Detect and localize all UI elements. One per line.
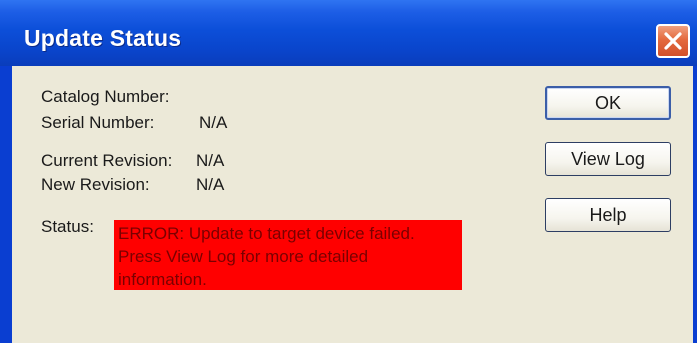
dialog-body: Catalog Number: Serial Number: N/A Curre… [12,66,693,343]
current-revision-value: N/A [196,151,225,170]
status-message-box: ERROR: Update to target device failed. P… [114,220,462,290]
current-revision-label: Current Revision: [41,151,173,170]
help-button[interactable]: Help [545,198,671,232]
catalog-number-label: Catalog Number: [41,87,170,106]
ok-button[interactable]: OK [545,86,671,120]
serial-number-label: Serial Number: [41,113,155,132]
status-message: ERROR: Update to target device failed. P… [118,224,415,289]
window-title: Update Status [24,25,182,51]
new-revision-label: New Revision: [41,175,150,194]
status-label: Status: [41,217,94,236]
title-bar[interactable]: Update Status [0,0,697,66]
new-revision-value: N/A [196,175,225,194]
serial-number-value: N/A [199,113,228,132]
close-button[interactable] [656,24,690,58]
update-status-dialog: Update Status Catalog Number: Serial Num… [0,0,697,343]
view-log-button[interactable]: View Log [545,142,671,176]
close-icon [664,32,682,50]
